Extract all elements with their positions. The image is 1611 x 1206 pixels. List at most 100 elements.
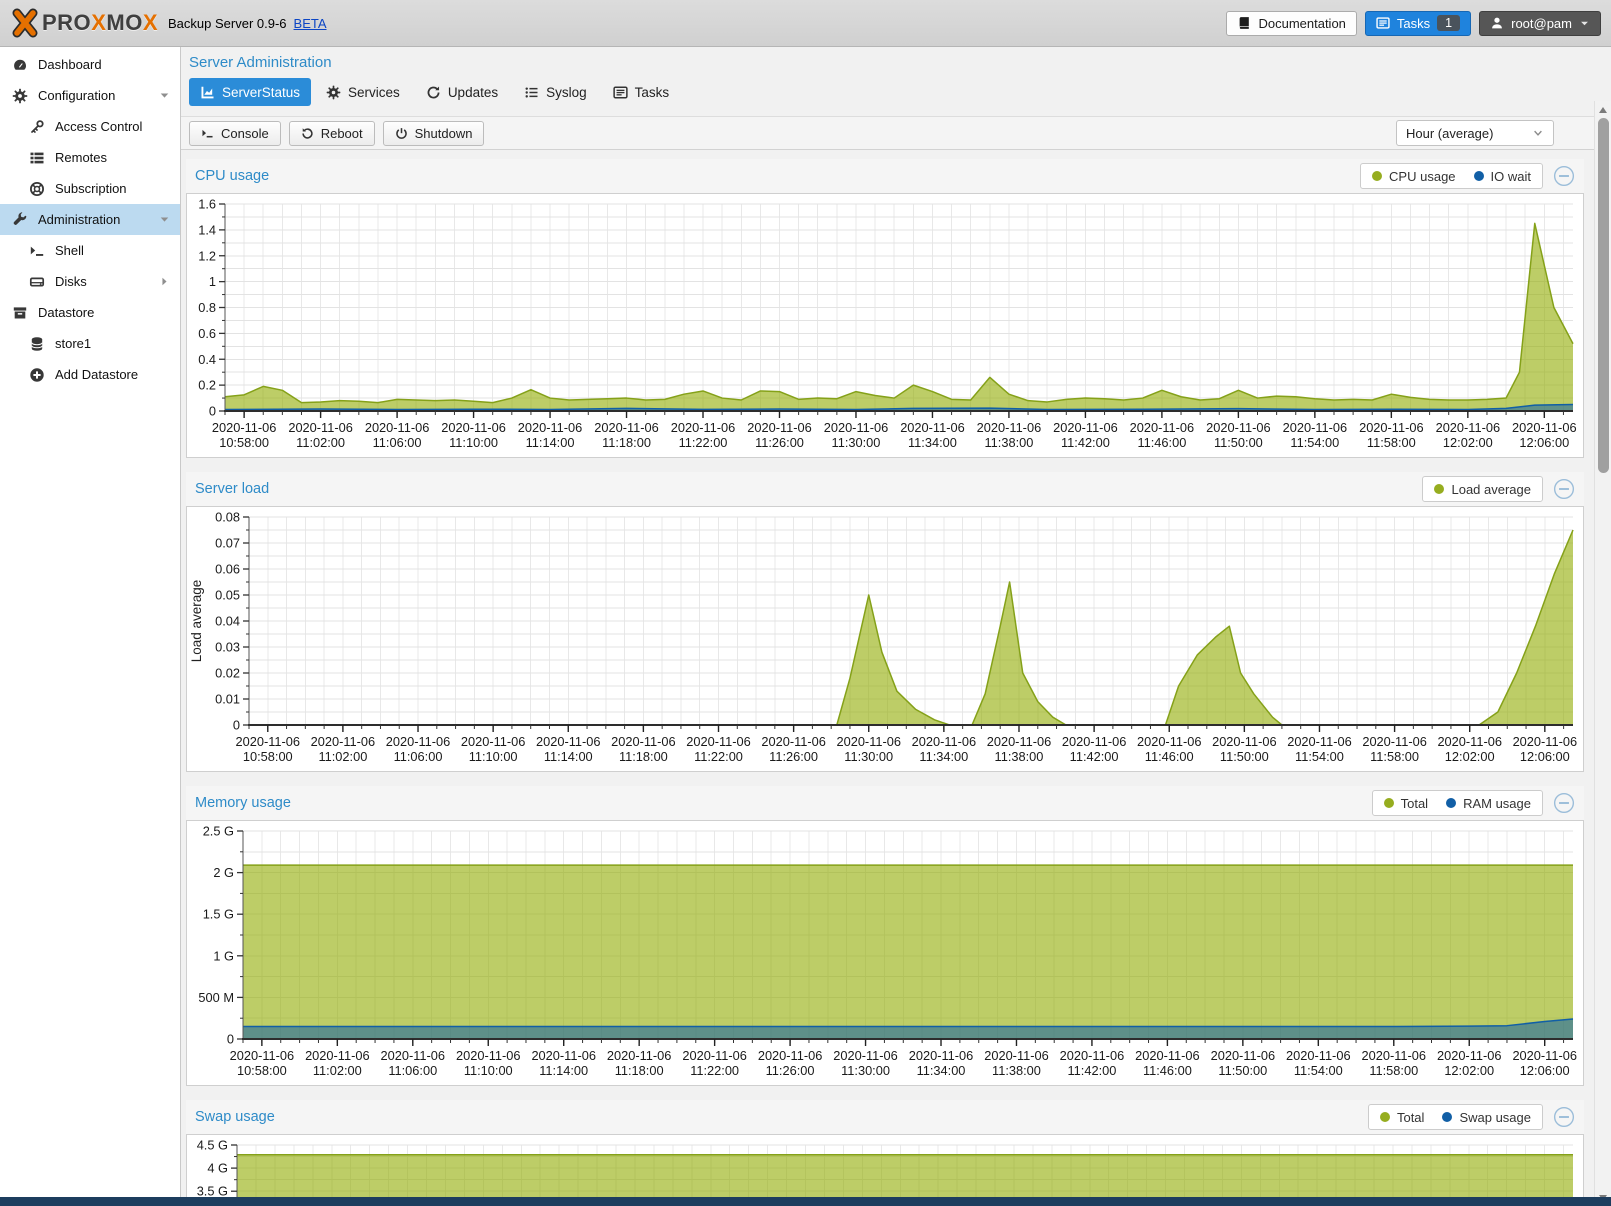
tab-label: ServerStatus xyxy=(222,85,300,100)
sidebar-item-administration[interactable]: Administration xyxy=(0,204,180,235)
svg-text:11:34:00: 11:34:00 xyxy=(917,1063,966,1078)
panel-title: Swap usage xyxy=(195,1109,275,1125)
documentation-button[interactable]: Documentation xyxy=(1226,11,1356,36)
legend-label: Total xyxy=(1397,1110,1424,1125)
legend-item-total[interactable]: Total xyxy=(1380,1110,1424,1125)
sidebar-item-subscription[interactable]: Subscription xyxy=(0,173,180,204)
chevron-down-icon[interactable] xyxy=(159,90,170,101)
collapse-panel-button[interactable] xyxy=(1553,165,1575,187)
shutdown-button[interactable]: Shutdown xyxy=(383,121,485,146)
svg-text:0.07: 0.07 xyxy=(215,536,240,551)
svg-text:2.5 G: 2.5 G xyxy=(203,824,234,839)
listul-icon xyxy=(524,85,539,100)
button-label: Shutdown xyxy=(415,126,473,141)
user-menu-button[interactable]: root@pam xyxy=(1479,11,1601,36)
beta-link[interactable]: BETA xyxy=(294,16,327,31)
tab-tasks[interactable]: Tasks xyxy=(602,78,681,106)
sidebar-item-label: Dashboard xyxy=(38,57,102,72)
svg-text:12:02:00: 12:02:00 xyxy=(1445,749,1495,764)
timeframe-select[interactable]: Hour (average) xyxy=(1396,120,1554,146)
svg-text:2020-11-06: 2020-11-06 xyxy=(594,420,659,435)
tab-updates[interactable]: Updates xyxy=(415,78,509,106)
svg-text:11:50:00: 11:50:00 xyxy=(1220,749,1269,764)
svg-text:2020-11-06: 2020-11-06 xyxy=(984,1048,1049,1063)
svg-text:1 G: 1 G xyxy=(213,948,234,963)
book-icon xyxy=(1237,16,1251,30)
svg-text:1.5 G: 1.5 G xyxy=(203,907,234,922)
tab-serverstatus[interactable]: ServerStatus xyxy=(189,78,311,106)
svg-text:500 M: 500 M xyxy=(198,990,234,1005)
svg-text:11:58:00: 11:58:00 xyxy=(1369,1063,1418,1078)
svg-text:3.5 G: 3.5 G xyxy=(197,1184,228,1197)
chevron-right-icon[interactable] xyxy=(159,276,170,287)
svg-text:11:42:00: 11:42:00 xyxy=(1070,749,1119,764)
scroll-up-arrow[interactable] xyxy=(1595,102,1611,117)
legend-item-ram-usage[interactable]: RAM usage xyxy=(1446,796,1531,811)
sidebar-item-store1[interactable]: store1 xyxy=(0,328,180,359)
tab-syslog[interactable]: Syslog xyxy=(513,78,598,106)
svg-text:11:30:00: 11:30:00 xyxy=(841,1063,890,1078)
sidebar-item-configuration[interactable]: Configuration xyxy=(0,80,180,111)
sidebar: Dashboard Configuration Access Control R… xyxy=(0,47,181,1197)
collapse-panel-button[interactable] xyxy=(1553,1106,1575,1128)
svg-text:11:10:00: 11:10:00 xyxy=(469,749,518,764)
cpu-usage-panel: CPU usage CPU usage IO wait 00.20.40.60.… xyxy=(186,159,1584,458)
svg-text:11:18:00: 11:18:00 xyxy=(619,749,668,764)
tasks-count-badge: 1 xyxy=(1437,15,1460,31)
scrollbar-thumb[interactable] xyxy=(1598,118,1609,473)
legend-item-total[interactable]: Total xyxy=(1384,796,1428,811)
legend-label: IO wait xyxy=(1491,169,1531,184)
svg-text:10:58:00: 10:58:00 xyxy=(237,1063,287,1078)
svg-text:2020-11-06: 2020-11-06 xyxy=(365,420,430,435)
collapse-panel-button[interactable] xyxy=(1553,478,1575,500)
svg-text:11:58:00: 11:58:00 xyxy=(1370,749,1419,764)
sidebar-item-disks[interactable]: Disks xyxy=(0,266,180,297)
proxmox-logo: PROXMOX xyxy=(10,8,158,38)
legend-item-io-wait[interactable]: IO wait xyxy=(1474,169,1531,184)
chevron-down-icon[interactable] xyxy=(159,214,170,225)
chevron-down-icon xyxy=(1579,18,1590,29)
sidebar-item-dashboard[interactable]: Dashboard xyxy=(0,49,180,80)
sidebar-item-label: store1 xyxy=(55,336,91,351)
sidebar-item-shell[interactable]: Shell xyxy=(0,235,180,266)
svg-text:11:30:00: 11:30:00 xyxy=(844,749,893,764)
svg-text:2020-11-06: 2020-11-06 xyxy=(1062,734,1127,749)
panel-header: Memory usage Total RAM usage xyxy=(186,786,1584,820)
legend-item-swap-usage[interactable]: Swap usage xyxy=(1442,1110,1531,1125)
svg-text:2020-11-06: 2020-11-06 xyxy=(1286,1048,1351,1063)
svg-text:2020-11-06: 2020-11-06 xyxy=(1513,734,1578,749)
tab-label: Services xyxy=(348,85,400,100)
legend-label: CPU usage xyxy=(1389,169,1455,184)
list-alt-icon xyxy=(1376,16,1390,30)
svg-text:2020-11-06: 2020-11-06 xyxy=(441,420,506,435)
legend-item-load-average[interactable]: Load average xyxy=(1434,482,1531,497)
svg-text:2020-11-06: 2020-11-06 xyxy=(212,420,277,435)
toolbar: Console Reboot Shutdown Hour (average) xyxy=(181,116,1611,150)
svg-text:11:06:00: 11:06:00 xyxy=(388,1063,437,1078)
svg-text:11:38:00: 11:38:00 xyxy=(992,1063,1041,1078)
svg-text:2020-11-06: 2020-11-06 xyxy=(1283,420,1348,435)
legend-dot-icon xyxy=(1372,171,1382,181)
legend-item-cpu-usage[interactable]: CPU usage xyxy=(1372,169,1455,184)
sidebar-item-remotes[interactable]: Remotes xyxy=(0,142,180,173)
chart-legend: Total RAM usage xyxy=(1372,790,1543,816)
svg-text:11:10:00: 11:10:00 xyxy=(464,1063,513,1078)
svg-text:0.08: 0.08 xyxy=(215,510,240,525)
tasks-button[interactable]: Tasks 1 xyxy=(1365,11,1471,36)
panel-title: Memory usage xyxy=(195,795,291,811)
svg-text:11:22:00: 11:22:00 xyxy=(690,1063,739,1078)
swap-usage-panel: Swap usage Total Swap usage 0500 M1 G1.5… xyxy=(186,1100,1584,1197)
svg-text:12:06:00: 12:06:00 xyxy=(1519,435,1569,450)
console-button[interactable]: Console xyxy=(189,121,281,146)
sidebar-item-datastore[interactable]: Datastore xyxy=(0,297,180,328)
sidebar-item-access-control[interactable]: Access Control xyxy=(0,111,180,142)
svg-text:11:14:00: 11:14:00 xyxy=(526,435,575,450)
listalt-icon xyxy=(613,85,628,100)
vertical-scrollbar[interactable] xyxy=(1594,101,1611,1206)
collapse-panel-button[interactable] xyxy=(1553,792,1575,814)
svg-text:0.03: 0.03 xyxy=(215,640,240,655)
svg-text:2020-11-06: 2020-11-06 xyxy=(1437,734,1502,749)
tab-services[interactable]: Services xyxy=(315,78,411,106)
sidebar-item-add-datastore[interactable]: Add Datastore xyxy=(0,359,180,390)
reboot-button[interactable]: Reboot xyxy=(289,121,375,146)
